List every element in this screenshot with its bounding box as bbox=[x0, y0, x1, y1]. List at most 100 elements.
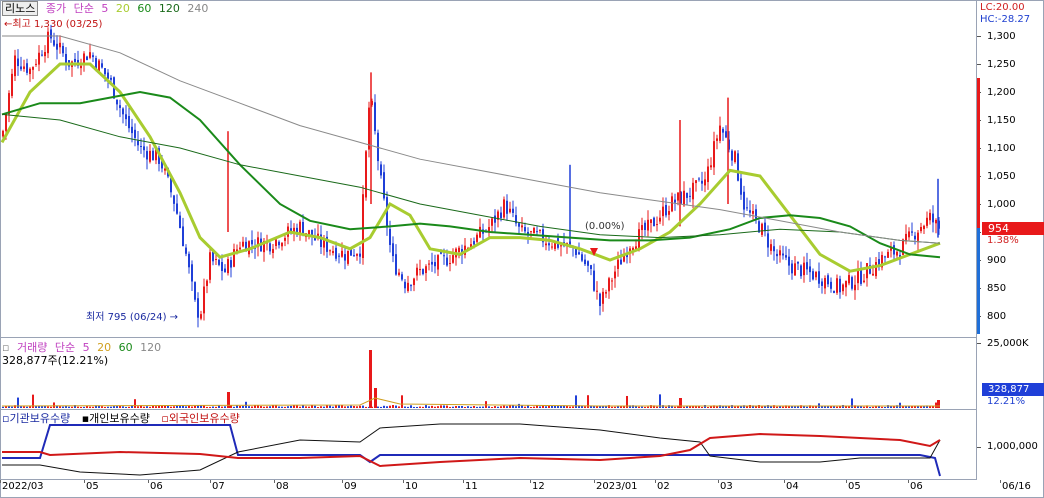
time-axis[interactable]: 2022/03 05 06 07 08 09 10 11 12 2023/01 02 03 04 05 06… bbox=[0, 480, 1044, 498]
volume-tick: 25,000K bbox=[987, 338, 1029, 349]
time-axis-label: 12 bbox=[532, 481, 545, 492]
volume-bar bbox=[929, 406, 931, 408]
candle-body bbox=[14, 55, 16, 77]
candle-body bbox=[119, 105, 121, 108]
indiv-holdings-line bbox=[2, 423, 941, 476]
candle-body bbox=[182, 226, 184, 247]
candle-body bbox=[176, 203, 178, 214]
candle-body bbox=[710, 165, 712, 168]
price-axis[interactable]: LC:20.00 HC:-28.27 1,300 1,250 1,200 1,150 1… bbox=[976, 0, 1044, 338]
candle-body bbox=[242, 241, 244, 247]
candle-body bbox=[389, 228, 391, 245]
volume-bar bbox=[353, 405, 355, 408]
current-price-text: 954 bbox=[988, 222, 1009, 235]
candle-body bbox=[545, 243, 547, 246]
candle-body bbox=[926, 217, 928, 226]
volume-bar bbox=[848, 406, 850, 408]
candle-body bbox=[530, 231, 532, 233]
volume-bar bbox=[389, 405, 391, 408]
volume-bar bbox=[224, 406, 226, 408]
volume-bar bbox=[377, 406, 379, 408]
volume-bar bbox=[320, 406, 322, 408]
current-price-badge: 954 bbox=[982, 222, 1044, 235]
holdings-axis[interactable]: 1,000,000 bbox=[976, 410, 1044, 480]
volume-bar bbox=[194, 405, 196, 408]
candle-body bbox=[197, 298, 199, 318]
volume-bar bbox=[515, 406, 517, 408]
candle-body bbox=[41, 54, 43, 56]
candle-body bbox=[338, 255, 340, 257]
candle-body bbox=[329, 250, 331, 252]
volume-pane[interactable]: ▫ 거래량 단순 5 20 60 120 328,877주(12.21%) bbox=[0, 338, 976, 410]
candle-body bbox=[662, 206, 664, 217]
volume-bar bbox=[50, 406, 52, 408]
volume-bar bbox=[674, 406, 676, 408]
time-axis-label: 07 bbox=[212, 481, 225, 492]
volume-bar bbox=[23, 406, 25, 408]
candle-body bbox=[866, 263, 868, 279]
volume-bar bbox=[920, 406, 922, 408]
volume-bar bbox=[500, 406, 502, 408]
candle-body bbox=[26, 63, 28, 73]
volume-bar bbox=[851, 398, 853, 408]
candle-body bbox=[806, 262, 808, 270]
volume-bar bbox=[605, 406, 607, 408]
volume-bar bbox=[758, 405, 760, 408]
candle-body bbox=[743, 191, 745, 210]
candle-body bbox=[620, 259, 622, 265]
volume-ma-line bbox=[1, 397, 940, 407]
volume-bar bbox=[392, 405, 394, 408]
candle-body bbox=[719, 125, 721, 141]
volume-bar bbox=[656, 406, 658, 408]
volume-bar bbox=[191, 406, 193, 408]
volume-tickmark bbox=[977, 343, 981, 344]
candle-body bbox=[812, 271, 814, 280]
volume-bar bbox=[11, 406, 13, 408]
candle-body bbox=[194, 282, 196, 300]
candle-body bbox=[131, 126, 133, 134]
time-axis-label: 10 bbox=[405, 481, 418, 492]
price-pane[interactable]: 리노스 종가 단순 5 20 60 120 240 ←최고 1,330 (03/… bbox=[0, 0, 976, 338]
volume-bar bbox=[149, 406, 151, 408]
volume-current-pct: 12.21% bbox=[987, 396, 1026, 407]
volume-bar bbox=[59, 406, 61, 408]
candle-body bbox=[560, 245, 562, 247]
volume-bar bbox=[794, 406, 796, 408]
candle-body bbox=[29, 68, 31, 75]
candle-body bbox=[548, 243, 550, 246]
volume-bar bbox=[338, 405, 340, 408]
volume-bar bbox=[323, 406, 325, 408]
volume-bar bbox=[401, 395, 403, 408]
candle-body bbox=[44, 51, 46, 57]
candle-body bbox=[239, 247, 241, 250]
candle-body bbox=[23, 66, 25, 69]
candle-body bbox=[716, 138, 718, 141]
candle-body bbox=[20, 66, 22, 70]
candle-body bbox=[146, 151, 148, 160]
volume-axis[interactable]: 25,000K 328,877 12.21% bbox=[976, 338, 1044, 410]
candle-body bbox=[224, 268, 226, 273]
candle-body bbox=[737, 153, 739, 181]
candle-body bbox=[143, 146, 145, 151]
candle-body bbox=[797, 261, 799, 264]
candle-body bbox=[491, 218, 493, 226]
candle-body bbox=[905, 233, 907, 241]
time-axis-tick bbox=[718, 480, 719, 483]
volume-bar bbox=[26, 406, 28, 408]
volume-bar bbox=[494, 406, 496, 408]
candle-body bbox=[353, 255, 355, 257]
volume-bar bbox=[572, 406, 574, 408]
candle-body bbox=[650, 219, 652, 223]
candle-body bbox=[230, 260, 232, 268]
candle-body bbox=[533, 227, 535, 234]
volume-bar bbox=[872, 406, 874, 408]
volume-bar bbox=[242, 405, 244, 408]
volume-bar bbox=[437, 406, 439, 408]
volume-bar bbox=[641, 406, 643, 408]
volume-bar bbox=[842, 405, 844, 408]
candle-body bbox=[863, 280, 865, 283]
candle-body bbox=[896, 251, 898, 256]
candle-body bbox=[428, 263, 430, 265]
candle-body bbox=[551, 246, 553, 248]
holdings-pane[interactable]: ▫기관보유수량 ▪개인보유수량 ▫외국인보유수량 bbox=[0, 410, 976, 480]
